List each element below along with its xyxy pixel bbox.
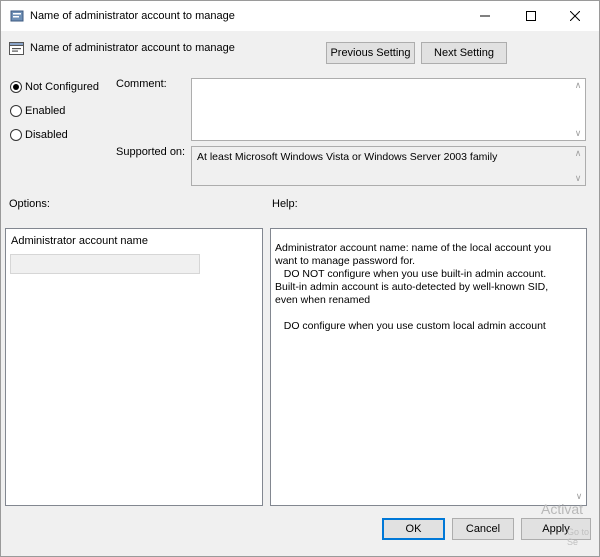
radio-circle xyxy=(10,105,22,117)
cancel-button[interactable]: Cancel xyxy=(452,518,514,540)
radio-label: Not Configured xyxy=(25,81,99,93)
policy-setting-dialog: Name of administrator account to manage … xyxy=(0,0,600,557)
minimize-button[interactable] xyxy=(463,1,507,31)
comment-scrollbar[interactable]: ∧ ∨ xyxy=(571,79,585,140)
previous-setting-button[interactable]: Previous Setting xyxy=(326,42,415,64)
setting-icon xyxy=(9,41,24,56)
maximize-icon xyxy=(526,11,536,21)
policy-app-icon xyxy=(10,9,24,23)
help-label: Help: xyxy=(272,198,298,210)
activation-watermark: Activat xyxy=(541,501,584,517)
radio-label: Enabled xyxy=(25,105,66,117)
next-setting-button[interactable]: Next Setting xyxy=(421,42,507,64)
comment-label: Comment: xyxy=(116,78,167,90)
scroll-down-icon: ∨ xyxy=(574,173,582,183)
account-name-label: Administrator account name xyxy=(11,235,148,247)
close-button[interactable] xyxy=(553,1,597,31)
title-bar: Name of administrator account to manage xyxy=(1,1,599,31)
radio-enabled[interactable]: Enabled xyxy=(10,105,65,117)
scroll-down-icon: ∨ xyxy=(574,128,582,138)
setting-title: Name of administrator account to manage xyxy=(30,42,235,54)
ok-button[interactable]: OK xyxy=(382,518,445,540)
supported-on-label: Supported on: xyxy=(116,146,186,158)
radio-circle xyxy=(10,81,22,93)
help-text: Administrator account name: name of the … xyxy=(275,242,552,332)
supported-on-field: At least Microsoft Windows Vista or Wind… xyxy=(191,146,586,186)
help-pane: Administrator account name: name of the … xyxy=(270,228,587,506)
scroll-up-icon: ∧ xyxy=(574,80,582,90)
radio-circle xyxy=(10,129,22,141)
options-label: Options: xyxy=(9,198,50,210)
radio-not-configured[interactable]: Not Configured xyxy=(10,81,99,93)
maximize-button[interactable] xyxy=(509,1,553,31)
supported-on-value: At least Microsoft Windows Vista or Wind… xyxy=(197,151,498,163)
close-icon xyxy=(570,11,580,21)
scroll-up-icon: ∧ xyxy=(574,148,582,158)
minimize-icon xyxy=(480,15,490,17)
supported-scrollbar[interactable]: ∧ ∨ xyxy=(571,147,585,185)
account-name-input[interactable] xyxy=(10,254,200,274)
radio-label: Disabled xyxy=(25,129,68,141)
window-title: Name of administrator account to manage xyxy=(30,10,235,22)
comment-textarea[interactable]: ∧ ∨ xyxy=(191,78,586,141)
options-pane: Administrator account name xyxy=(5,228,263,506)
activation-watermark-sub: Go to Se xyxy=(567,527,590,547)
radio-disabled[interactable]: Disabled xyxy=(10,129,68,141)
